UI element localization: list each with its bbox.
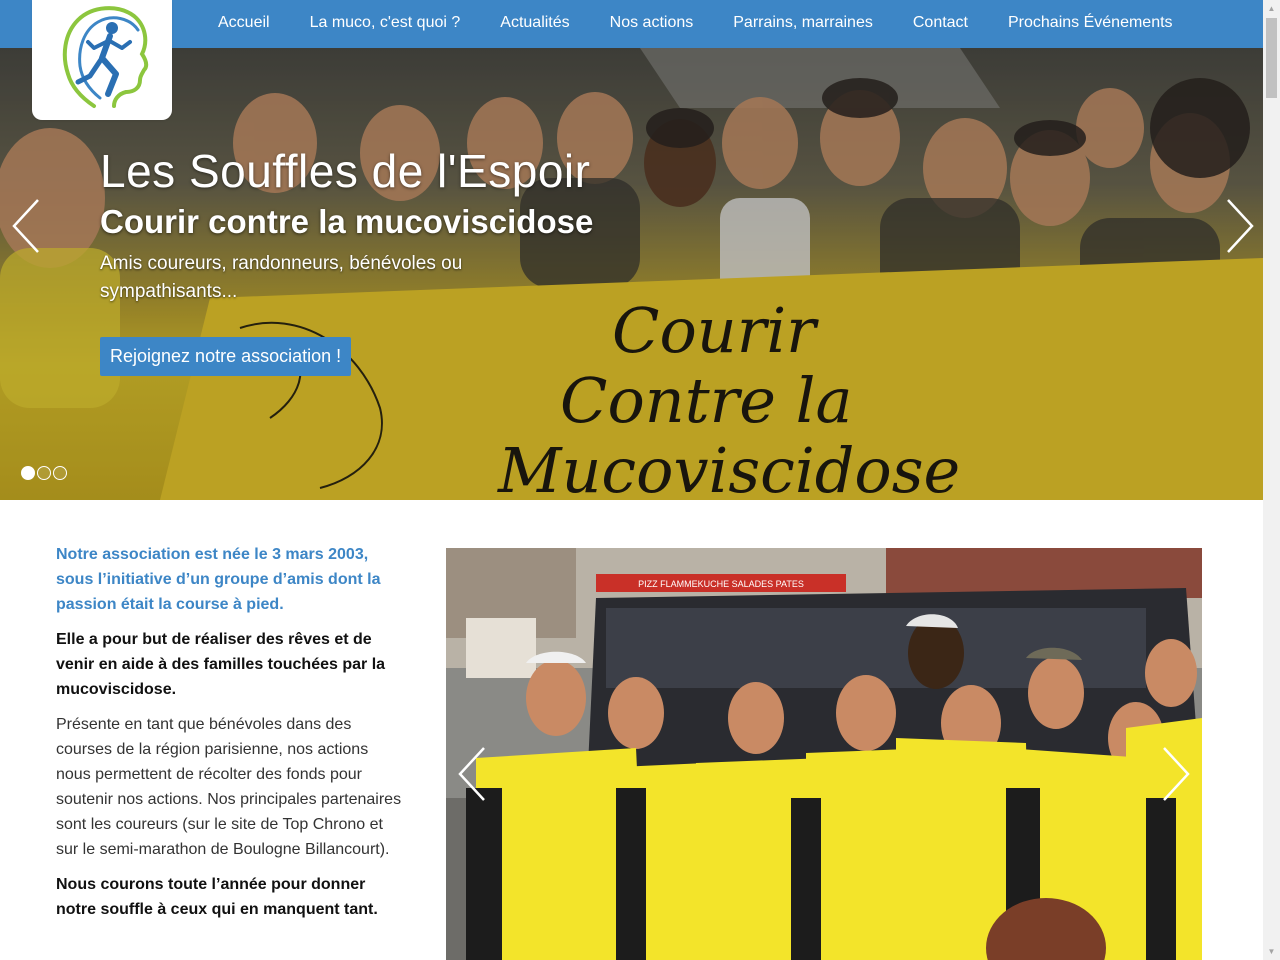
intro-body: Présente en tant que bénévoles dans des …: [56, 716, 402, 858]
main-menu: Accueil La muco, c'est quoi ? Actualités…: [198, 0, 1193, 48]
photo-next-arrow-icon[interactable]: [1158, 744, 1194, 804]
intro-lead: Notre association est née le 3 mars 2003…: [56, 546, 381, 613]
photo-carousel: PIZZ FLAMMEKUCHE SALADES PATES: [446, 548, 1202, 960]
team-group-photo: PIZZ FLAMMEKUCHE SALADES PATES: [446, 548, 1202, 960]
nav-item-la-muco[interactable]: La muco, c'est quoi ?: [290, 0, 481, 48]
hero-carousel: Courir Contre la Mucoviscidose Les Souff…: [0, 48, 1263, 500]
carousel-indicators: [21, 466, 67, 480]
shop-sign-text: PIZZ FLAMMEKUCHE SALADES PATES: [638, 579, 804, 589]
photo-prev-arrow-icon[interactable]: [454, 744, 490, 804]
site-logo[interactable]: [32, 0, 172, 120]
runner-head-logo-icon: [62, 6, 149, 108]
page-scrollbar[interactable]: ▲ ▼: [1263, 0, 1280, 960]
intro-closing: Nous courons toute l’année pour donner n…: [56, 876, 378, 918]
nav-item-contact[interactable]: Contact: [893, 0, 988, 48]
nav-item-nos-actions[interactable]: Nos actions: [590, 0, 714, 48]
carousel-next-arrow-icon[interactable]: [1222, 196, 1258, 256]
intro-section: Notre association est née le 3 mars 2003…: [56, 542, 406, 932]
hero-subtitle: Courir contre la mucoviscidose: [100, 203, 594, 240]
carousel-dot-1[interactable]: [21, 466, 35, 480]
hero-title: Les Souffles de l'Espoir: [100, 145, 591, 197]
nav-item-accueil[interactable]: Accueil: [198, 0, 290, 48]
top-navbar: Accueil La muco, c'est quoi ? Actualités…: [0, 0, 1263, 48]
nav-item-parrains[interactable]: Parrains, marraines: [713, 0, 893, 48]
scroll-up-arrow-icon[interactable]: ▲: [1263, 0, 1280, 17]
join-association-button[interactable]: Rejoignez notre association !: [100, 337, 352, 376]
carousel-dot-2[interactable]: [37, 466, 51, 480]
nav-item-actualites[interactable]: Actualités: [480, 0, 589, 48]
carousel-dot-3[interactable]: [53, 466, 67, 480]
scroll-down-arrow-icon[interactable]: ▼: [1263, 943, 1280, 960]
scroll-thumb[interactable]: [1266, 18, 1277, 98]
hero-text: Amis coureurs, randonneurs, bénévoles ou…: [100, 253, 463, 302]
intro-goal: Elle a pour but de réaliser des rêves et…: [56, 631, 386, 698]
carousel-prev-arrow-icon[interactable]: [8, 196, 44, 256]
nav-item-evenements[interactable]: Prochains Événements: [988, 0, 1193, 48]
